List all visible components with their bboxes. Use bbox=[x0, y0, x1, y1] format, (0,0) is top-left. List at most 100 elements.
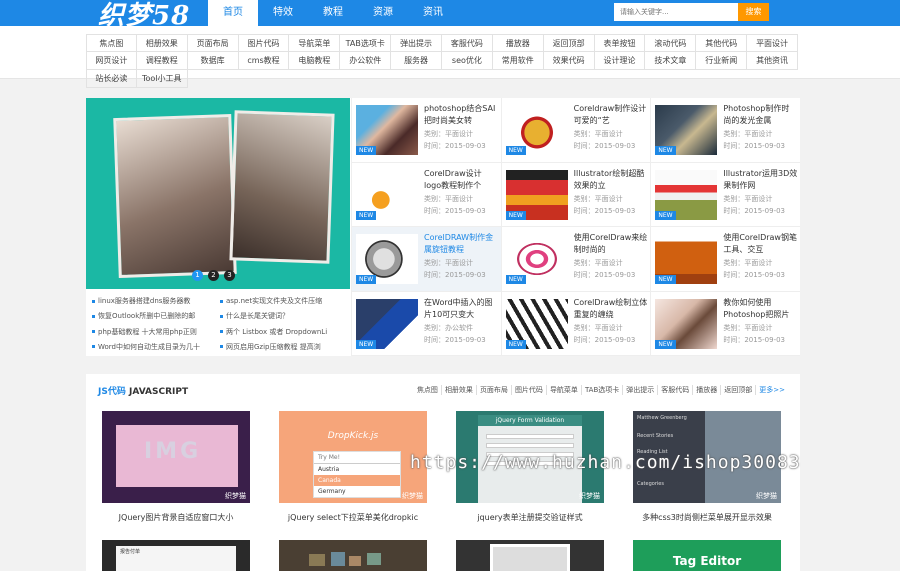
article-card[interactable]: NEW Photoshop制作时尚的发光金属 类别：平面设计 时间：2015-09-0… bbox=[650, 98, 800, 163]
category-link[interactable]: 返回顶部 bbox=[543, 34, 595, 52]
category-link[interactable]: TAB选项卡 bbox=[340, 34, 392, 52]
category-grid: 焦点图 相册效果 页面布局 图片代码 导航菜单 TAB选项卡 弹出提示 客服代码 播放器 返回顶部… bbox=[86, 34, 798, 88]
article-card[interactable]: NEW 教你如何使用Photoshop把照片 类别：平面设计 时间：2015-09-0… bbox=[650, 291, 800, 356]
section-tag[interactable]: 返回顶部 bbox=[720, 385, 755, 395]
category-link[interactable]: 播放器 bbox=[492, 34, 544, 52]
js-thumb[interactable]: Tag Editor bbox=[633, 540, 781, 571]
news-item[interactable]: asp.net实现文件夹及文件压缩 bbox=[220, 295, 344, 307]
category-link[interactable]: 表单按钮 bbox=[594, 34, 646, 52]
category-link[interactable]: 平面设计 bbox=[747, 34, 798, 52]
section-tag[interactable]: 播放器 bbox=[692, 385, 720, 395]
js-item[interactable]: DropKick.js Try Me! Austria Canada Germa… bbox=[279, 411, 427, 523]
news-item[interactable]: 网页启用Gzip压缩教程 提高浏 bbox=[220, 341, 344, 353]
article-card[interactable]: NEW CorelDRAW制作金属旋钮教程 类别：平面设计 时间：2015-09-03 bbox=[351, 227, 501, 292]
section-tag[interactable]: 图片代码 bbox=[510, 385, 546, 395]
nav-news[interactable]: 资讯 bbox=[408, 0, 458, 26]
category-link[interactable]: 设计理论 bbox=[594, 52, 646, 70]
article-card[interactable]: NEW photoshop结合SAI把时尚美女转 类别：平面设计 时间：2015-09… bbox=[351, 98, 501, 163]
select-option: Austria bbox=[318, 466, 340, 473]
category-link[interactable]: 其他资讯 bbox=[747, 52, 798, 70]
category-link[interactable]: 调程教程 bbox=[136, 52, 188, 70]
category-link[interactable]: 图片代码 bbox=[238, 34, 290, 52]
news-item[interactable]: 恢复Outlook所删中已删除的邮 bbox=[92, 310, 216, 322]
category-link[interactable]: 焦点图 bbox=[86, 34, 137, 52]
slider-dot[interactable]: 3 bbox=[224, 270, 235, 281]
overlay-watermark: https://www.huzhan.com/ishop30083 bbox=[410, 452, 801, 473]
category-link[interactable]: seo优化 bbox=[442, 52, 493, 70]
section-tag[interactable]: 弹出提示 bbox=[622, 385, 657, 395]
js-thumb[interactable] bbox=[456, 540, 604, 571]
search-button[interactable]: 搜索 bbox=[738, 3, 769, 21]
article-card[interactable]: NEW 在Word中插入的图片10可只变大 类别：办公软件 时间：2015-09-03 bbox=[351, 291, 501, 356]
search-input[interactable] bbox=[614, 3, 738, 21]
category-link[interactable]: 站长必读 bbox=[86, 70, 137, 88]
article-card[interactable]: NEW Illustrator运用3D效果制作网 类别：平面设计 时间：2015-09… bbox=[650, 162, 800, 227]
new-badge: NEW bbox=[655, 275, 676, 284]
category-link[interactable]: 滚动代码 bbox=[645, 34, 697, 52]
article-title: Coreldraw制作设计可爱的“艺 bbox=[573, 104, 647, 125]
section-tag[interactable]: 导航菜单 bbox=[545, 385, 581, 395]
nav-resources[interactable]: 资源 bbox=[358, 0, 408, 26]
category-link[interactable]: 相册效果 bbox=[136, 34, 188, 52]
more-link[interactable]: 更多>> bbox=[755, 385, 788, 395]
news-item[interactable]: php基础教程 十大常用php正则 bbox=[92, 326, 216, 338]
news-item[interactable]: linux服务器搭建dns服务器教 bbox=[92, 295, 216, 307]
section-tag[interactable]: 相册效果 bbox=[440, 385, 476, 395]
new-badge: NEW bbox=[356, 146, 377, 155]
category-link[interactable]: 行业新闻 bbox=[696, 52, 748, 70]
category-link[interactable]: 电脑教程 bbox=[289, 52, 341, 70]
section-tag[interactable]: 页面布局 bbox=[475, 385, 511, 395]
category-link[interactable]: 常用软件 bbox=[492, 52, 544, 70]
article-card[interactable]: NEW CorelDraw绘制立体重复的缠绕 类别：平面设计 时间：2015-09-0… bbox=[500, 291, 651, 356]
news-item[interactable]: 什么是长尾关键词？ bbox=[220, 310, 344, 322]
new-badge: NEW bbox=[655, 339, 676, 349]
category-link[interactable]: cms教程 bbox=[238, 52, 290, 70]
category-link[interactable]: 网页设计 bbox=[86, 52, 137, 70]
article-card[interactable]: NEW Coreldraw制作设计可爱的“艺 类别：平面设计 时间：2015-09-0… bbox=[500, 98, 651, 163]
article-card[interactable]: NEW CorelDraw设计logo教程制作个 类别：平面设计 时间：2015-09… bbox=[351, 162, 501, 227]
js-item-caption: jquery表单注册提交验证样式 bbox=[477, 513, 583, 522]
thumb-text: jQuery Form Validation bbox=[478, 415, 582, 426]
new-badge: NEW bbox=[655, 146, 676, 155]
js-item[interactable]: IMG 织梦猫 JQuery图片背景自适应窗口大小 bbox=[102, 411, 250, 523]
category-link[interactable]: 导航菜单 bbox=[289, 34, 341, 52]
nav-home[interactable]: 首页 bbox=[208, 0, 258, 26]
image-slider[interactable]: 1 2 3 bbox=[86, 98, 350, 289]
category-link[interactable]: 效果代码 bbox=[543, 52, 595, 70]
new-badge: NEW bbox=[505, 146, 526, 155]
news-title: php基础教程 十大常用php正则 bbox=[98, 327, 197, 336]
section-tag[interactable]: 客服代码 bbox=[657, 385, 692, 395]
news-item[interactable]: Word中如何自动生成目录为几十 bbox=[92, 341, 216, 353]
js-thumb[interactable]: 报告付单 bbox=[102, 540, 250, 571]
nav-effects[interactable]: 特效 bbox=[258, 0, 308, 26]
article-thumb: NEW bbox=[505, 298, 568, 349]
category-link[interactable]: 弹出提示 bbox=[391, 34, 442, 52]
section-tag[interactable]: TAB选项卡 bbox=[580, 385, 622, 395]
new-badge: NEW bbox=[356, 339, 377, 349]
article-date: 时间：2015-09-03 bbox=[573, 142, 636, 150]
js-thumb[interactable] bbox=[279, 540, 427, 571]
category-link[interactable]: 技术文章 bbox=[645, 52, 697, 70]
top-navbar: 织梦58 首页 特效 教程 资源 资讯 搜索 bbox=[0, 0, 900, 31]
nav-tutorials[interactable]: 教程 bbox=[308, 0, 358, 26]
article-card[interactable]: NEW 使用CorelDraw来绘制时尚的 类别：平面设计 时间：2015-09-03 bbox=[500, 227, 651, 292]
new-badge: NEW bbox=[356, 210, 377, 220]
category-link[interactable]: 数据库 bbox=[187, 52, 239, 70]
category-link[interactable]: 服务器 bbox=[391, 52, 442, 70]
article-thumb: NEW bbox=[505, 169, 568, 220]
article-card[interactable]: NEW Illustrator绘制超酷效果的立 类别：平面设计 时间：2015-09-… bbox=[500, 162, 651, 227]
slider-dot[interactable]: 2 bbox=[208, 270, 219, 281]
category-link[interactable]: Tool小工具 bbox=[136, 70, 188, 88]
search-box: 搜索 bbox=[614, 3, 769, 21]
category-link[interactable]: 办公软件 bbox=[340, 52, 392, 70]
section-tag[interactable]: 焦点图 bbox=[414, 385, 441, 395]
section-title-text: JAVASCRIPT bbox=[128, 387, 189, 397]
article-date: 时间：2015-09-03 bbox=[573, 271, 636, 279]
category-link[interactable]: 页面布局 bbox=[187, 34, 239, 52]
news-item[interactable]: 两个 Listbox 或者 DropdownLi bbox=[220, 326, 344, 338]
slider-dot[interactable]: 1 bbox=[192, 270, 203, 281]
article-card[interactable]: NEW 使用CorelDraw钢笔工具、交互 类别：平面设计 时间：2015-09-0… bbox=[650, 227, 800, 292]
article-category: 类别：平面设计 bbox=[424, 130, 473, 138]
category-link[interactable]: 其他代码 bbox=[696, 34, 748, 52]
category-link[interactable]: 客服代码 bbox=[442, 34, 493, 52]
